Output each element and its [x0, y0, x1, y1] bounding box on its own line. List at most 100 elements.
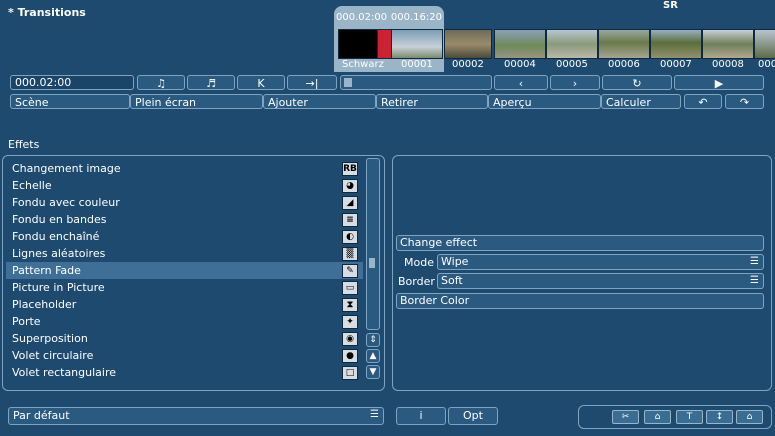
- preset-value: Par défaut: [13, 409, 70, 422]
- clip-time-out: 000.16:20: [390, 12, 442, 23]
- effect-label: Changement image: [12, 162, 121, 175]
- redo-button[interactable]: ↷: [725, 94, 764, 109]
- calculate-button[interactable]: Calculer: [601, 94, 681, 109]
- effect-label: Fondu en bandes: [12, 213, 107, 226]
- effect-list-item[interactable]: Superposition: [6, 330, 363, 347]
- audio-alt-button[interactable]: ♬: [187, 75, 235, 90]
- effect-list-item[interactable]: Pattern Fade: [6, 262, 363, 279]
- effect-label: Lignes aléatoires: [12, 247, 106, 260]
- audio-mix-icon[interactable]: ↕: [706, 410, 733, 424]
- clip-thumb[interactable]: [650, 29, 702, 59]
- mark-out-button[interactable]: →|: [287, 75, 337, 90]
- effect-thumbnail-icon: ⧗: [342, 298, 358, 312]
- effect-thumbnail-icon: ▭: [342, 281, 358, 295]
- fullscreen-button[interactable]: Plein écran: [130, 94, 263, 109]
- effect-thumbnail-icon: ◉: [342, 332, 358, 346]
- clip-thumb[interactable]: [754, 29, 775, 59]
- timecode-field[interactable]: 000.02:00: [10, 75, 134, 90]
- effect-thumbnail-icon: ≡: [342, 213, 358, 227]
- border-select[interactable]: Soft ☰: [437, 273, 764, 289]
- undo-button[interactable]: ↶: [684, 94, 722, 109]
- audio-button[interactable]: ♫: [137, 75, 185, 90]
- position-slider[interactable]: [340, 75, 492, 90]
- clip-label: 00004: [504, 59, 536, 70]
- menu-icon: ☰: [750, 256, 759, 267]
- scroll-thumb[interactable]: [369, 258, 375, 268]
- cut-icon[interactable]: ✂: [612, 410, 639, 424]
- effect-list-item[interactable]: Echelle: [6, 177, 363, 194]
- clip-thumb[interactable]: [444, 29, 492, 59]
- border-color-button[interactable]: Border Color: [396, 293, 764, 309]
- scroll-up-button[interactable]: ▲: [366, 349, 380, 363]
- effect-list-item[interactable]: Picture in Picture: [6, 279, 363, 296]
- remove-button[interactable]: Retirer: [376, 94, 488, 109]
- effect-label: Fondu enchaîné: [12, 230, 100, 243]
- scene-button[interactable]: Scène: [10, 94, 130, 109]
- effects-heading: Effets: [8, 138, 40, 151]
- effect-list-item[interactable]: Lignes aléatoires: [6, 245, 363, 262]
- clip-label: 00002: [452, 59, 484, 70]
- scroll-updown-icon[interactable]: ⇕: [366, 333, 380, 347]
- change-effect-button[interactable]: Change effect: [396, 235, 764, 251]
- transition-marker-icon: [377, 29, 392, 59]
- effect-thumbnail-icon: ▒: [342, 247, 358, 261]
- effect-list-item[interactable]: Fondu enchaîné: [6, 228, 363, 245]
- effect-label: Superposition: [12, 332, 88, 345]
- clip-label-schwarz: Schwarz: [342, 59, 384, 70]
- clip-thumb-00001[interactable]: [391, 29, 443, 59]
- clip-thumb[interactable]: [494, 29, 546, 59]
- effect-label: Pattern Fade: [12, 264, 81, 277]
- text-icon[interactable]: T: [676, 410, 703, 424]
- slider-knob[interactable]: [344, 78, 352, 87]
- selected-clip-times: 000.02:00 000.16:20: [336, 12, 442, 23]
- effect-thumbnail-icon: ◢: [342, 196, 358, 210]
- mode-select[interactable]: Wipe ☰: [437, 254, 764, 270]
- effect-thumbnail-icon: ✦: [342, 315, 358, 329]
- effect-label: Porte: [12, 315, 41, 328]
- effect-list-item[interactable]: Volet rectangulaire: [6, 364, 363, 381]
- effect-list-item[interactable]: Placeholder: [6, 296, 363, 313]
- loop-button[interactable]: ↻: [602, 75, 672, 90]
- transition-icon[interactable]: ⌂: [644, 410, 671, 424]
- effect-label: Volet circulaire: [12, 349, 94, 362]
- scroll-down-button[interactable]: ▼: [366, 365, 380, 379]
- prev-frame-button[interactable]: ‹: [494, 75, 548, 90]
- preset-select[interactable]: Par défaut ☰: [8, 407, 384, 425]
- scroll-track[interactable]: [366, 158, 380, 330]
- effect-list-item[interactable]: Porte: [6, 313, 363, 330]
- menu-icon: ☰: [370, 409, 379, 420]
- next-frame-button[interactable]: ›: [550, 75, 600, 90]
- effect-thumbnail-icon: □: [342, 366, 358, 380]
- effect-thumbnail-icon: ●: [342, 349, 358, 363]
- clip-label-00001: 00001: [401, 59, 433, 70]
- clip-thumb[interactable]: [598, 29, 650, 59]
- effect-thumbnail-icon: ◐: [342, 230, 358, 244]
- border-value: Soft: [441, 274, 463, 287]
- add-button[interactable]: Ajouter: [263, 94, 376, 109]
- options-button[interactable]: Opt: [448, 407, 498, 425]
- clip-label: 00006: [608, 59, 640, 70]
- effect-thumbnail-icon: ◕: [342, 179, 358, 193]
- effect-list-item[interactable]: Fondu avec couleur: [6, 194, 363, 211]
- effect-list-item[interactable]: Fondu en bandes: [6, 211, 363, 228]
- window-title: * Transitions: [8, 6, 86, 19]
- clip-label: 0000: [758, 59, 775, 70]
- play-button[interactable]: ▶: [674, 75, 764, 90]
- mode-value: Wipe: [441, 255, 469, 268]
- preview-button[interactable]: Aperçu: [488, 94, 601, 109]
- effect-list-item[interactable]: Changement image: [6, 160, 363, 177]
- border-label: Border: [398, 275, 435, 288]
- effect-label: Echelle: [12, 179, 52, 192]
- corner-badge: SR: [663, 0, 678, 11]
- info-button[interactable]: i: [396, 407, 446, 425]
- clip-time-in: 000.02:00: [336, 12, 388, 23]
- effect-list-item[interactable]: Volet circulaire: [6, 347, 363, 364]
- home-icon[interactable]: ⌂: [736, 410, 763, 424]
- effect-label: Placeholder: [12, 298, 77, 311]
- mark-in-button[interactable]: K: [237, 75, 285, 90]
- effect-thumbnail-icon: ✎: [342, 264, 358, 278]
- clip-thumb[interactable]: [546, 29, 598, 59]
- clip-thumb[interactable]: [702, 29, 754, 59]
- effect-label: Fondu avec couleur: [12, 196, 120, 209]
- effect-label: Picture in Picture: [12, 281, 105, 294]
